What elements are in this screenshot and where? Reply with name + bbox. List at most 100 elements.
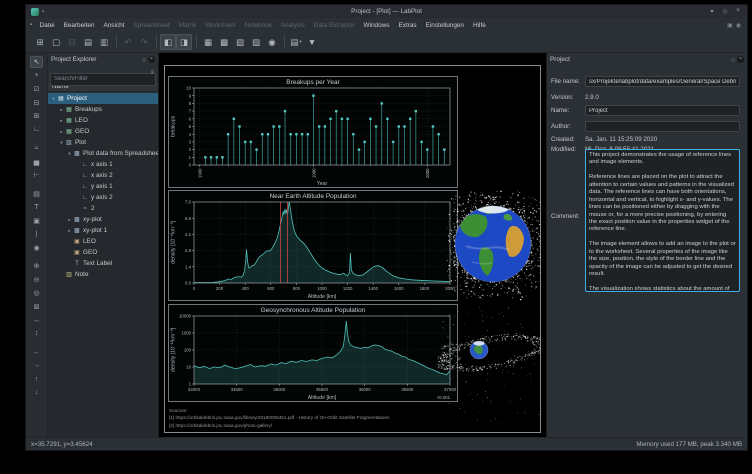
float-dock-icon[interactable]: ◇ [142,57,146,63]
menubar-overflow-icon[interactable]: ▣ [727,22,733,29]
tree-item-x-axis-2[interactable]: ∟ x axis 2 [48,170,158,181]
select-mode-button[interactable]: ↖ [30,56,43,68]
expander-icon[interactable]: ▸ [66,217,73,223]
new-project-button[interactable]: ⊞ [32,34,48,50]
created-label: Created: [551,136,575,143]
search-options-icon[interactable]: ≡ [150,70,154,76]
shift-left-x-button[interactable]: ← [30,346,43,358]
zoom-select-mode-button[interactable]: ⊡ [30,83,43,95]
dropdown-caret-icon: ▾ [299,39,302,44]
add-legend-button[interactable]: ▤ [30,188,43,200]
new-worksheet-button[interactable]: ▧ [232,34,248,50]
expander-icon[interactable]: ▾ [66,151,73,157]
add-custom-point-button[interactable]: ◉ [30,242,43,254]
add-xy-curve-button[interactable]: ≈ [30,142,43,154]
tree-item-breakups[interactable]: ▸ ▦ Breakups [48,104,158,115]
shift-right-x-button[interactable]: → [30,360,43,372]
menu-bearbeiten[interactable]: Bearbeiten [59,18,99,32]
zoom-fit-page-button[interactable]: ⊠ [30,301,43,313]
expander-icon[interactable]: ▸ [58,107,65,113]
geo-debris-image[interactable] [437,306,541,424]
menu-windows[interactable]: Windows [359,18,394,32]
tree-item-y-axis-1[interactable]: ∟ y axis 1 [48,181,158,192]
close-dock-icon[interactable]: × [148,56,155,63]
menu-hilfe[interactable]: Hilfe [468,18,490,32]
expander-icon[interactable]: ▸ [58,118,65,124]
zoom-origin-button[interactable]: ◎ [30,287,43,299]
file-name-input[interactable] [585,76,740,87]
zoom-out-button[interactable]: ⊖ [30,274,43,286]
minimize-button[interactable]: ▾ [708,8,716,15]
worksheet-view[interactable]: Breakups per Year 1960 1980 2000 0 1 2 3 4 5 6 7 8 9 1… [159,53,546,437]
zoom-y-select-mode-button[interactable]: ⊞ [30,110,43,122]
search-input[interactable] [50,72,156,86]
shift-down-y-button[interactable]: ↓ [30,387,43,399]
menu-einstellungen[interactable]: Einstellungen [421,18,468,32]
new-plot-button[interactable]: ▤ ▾ [288,34,304,50]
tree-item-geo[interactable]: ▸ ▦ GEO [48,126,158,137]
tree-item-xy-plot-1[interactable]: ▸ ▩ xy-plot 1 [48,225,158,236]
tree-item-x-axis-1[interactable]: ∟ x axis 1 [48,159,158,170]
tree-item-2[interactable]: ≈2 [48,203,158,214]
tree-item-text-label[interactable]: T Text Label [48,258,158,269]
window-menu-icon[interactable]: ▪ [30,22,32,28]
new-spreadsheet-button[interactable]: ▦ [200,34,216,50]
menubar-handle-icon[interactable]: ◉ [736,22,741,29]
new-notebook-button[interactable]: ▨ [248,34,264,50]
sources-text-label[interactable]: Sources: [1] https://orbitaldebris.jsc.n… [169,407,389,429]
toggle-project-explorer-button[interactable]: ◧ [160,34,176,50]
pin-icon[interactable]: ▪ [42,9,44,15]
tree-item-xy-plot[interactable]: ▸ ▩ xy-plot [48,214,158,225]
print-button[interactable]: ▤ [80,34,96,50]
maximize-button[interactable]: ◇ [721,8,729,15]
project-explorer-header[interactable]: Project Explorer ◇ × [48,53,158,66]
new-datapicker-button[interactable]: ◉ [264,34,280,50]
close-button[interactable]: × [734,8,742,15]
float-properties-icon[interactable]: ◇ [731,57,735,63]
shift-up-y-button[interactable]: ↑ [30,373,43,385]
zoom-x-select-mode-button[interactable]: ⊟ [30,97,43,109]
add-image-button[interactable]: ▣ [30,215,43,227]
titlebar[interactable]: ▪ Project - [Plot] — LabPlot ▾ ◇ × [26,5,747,18]
plot-breakups-per-year[interactable]: Breakups per Year 1960 1980 2000 0 1 2 3 4 5 6 7 8 9 1… [168,76,458,188]
add-histogram-button[interactable]: ▅ [30,156,43,168]
plot-near-earth-altitude[interactable]: Near Earth Altitude Population 0 200 400 600… [168,190,458,301]
leo-debris-image[interactable] [446,190,541,302]
export-worksheet-button[interactable]: ▼ [304,34,320,50]
tree-item-y-axis-2[interactable]: ∟ y axis 2 [48,192,158,203]
add-text-label-button[interactable]: T [30,201,43,213]
zoom-fit-width-button[interactable]: ↔ [30,314,43,326]
tree-item-leo[interactable]: ▸ ▦ LEO [48,115,158,126]
close-properties-icon[interactable]: × [737,56,744,63]
menu-extras[interactable]: Extras [394,18,421,32]
author-input[interactable] [585,121,740,132]
tree-item-plot[interactable]: ▾ ▧ Plot [48,137,158,148]
open-project-button[interactable]: ▢ [48,34,64,50]
menu-datei[interactable]: Datei [35,18,59,32]
tree-item-project[interactable]: ▾ ▤ Project [48,93,158,104]
tree-item-note[interactable]: ▥ Note [48,269,158,280]
properties-header[interactable]: Project ◇ × [547,53,747,66]
add-reference-line-button[interactable]: | [30,228,43,240]
zoom-fit-height-button[interactable]: ↕ [30,328,43,340]
worksheet-page[interactable]: Breakups per Year 1960 1980 2000 0 1 2 3 4 5 6 7 8 9 1… [164,65,541,433]
comment-textarea[interactable]: This project demonstrates the usage of r… [585,149,740,292]
add-axis-button[interactable]: ∟ [30,124,43,136]
tree-item-geo[interactable]: ▣ GEO [48,247,158,258]
add-boxplot-button[interactable]: ⊢ [30,169,43,181]
expander-icon[interactable]: ▾ [58,140,65,146]
zoom-in-button[interactable]: ⊕ [30,260,43,272]
tree-item-leo[interactable]: ▣ LEO [48,236,158,247]
name-input[interactable] [585,105,740,116]
main-content: ↖ + ⊡ ⊟ ⊞ ∟ ≈ ▅ ⊢ ▤ T ▣ | ◉ ⊕ ⊖ ◎ ⊠ ↔ ↕ ← → ↑ ↓ Project Explore… [26,53,747,437]
crosshair-mode-button[interactable]: + [30,70,43,82]
tree-item-plot-data-from-spreadsheet[interactable]: ▾ ▩ Plot data from Spreadsheet [48,148,158,159]
menu-ansicht[interactable]: Ansicht [99,18,129,32]
new-matrix-button[interactable]: ▩ [216,34,232,50]
expander-icon[interactable]: ▾ [50,96,57,102]
plot-geosynchronous-altitude[interactable]: Geosynchronous Altitude Population 34000 3… [168,304,458,402]
print-preview-button[interactable]: ▥ [96,34,112,50]
expander-icon[interactable]: ▸ [58,129,65,135]
toggle-properties-dock-button[interactable]: ◨ [176,34,192,50]
expander-icon[interactable]: ▸ [66,228,73,234]
